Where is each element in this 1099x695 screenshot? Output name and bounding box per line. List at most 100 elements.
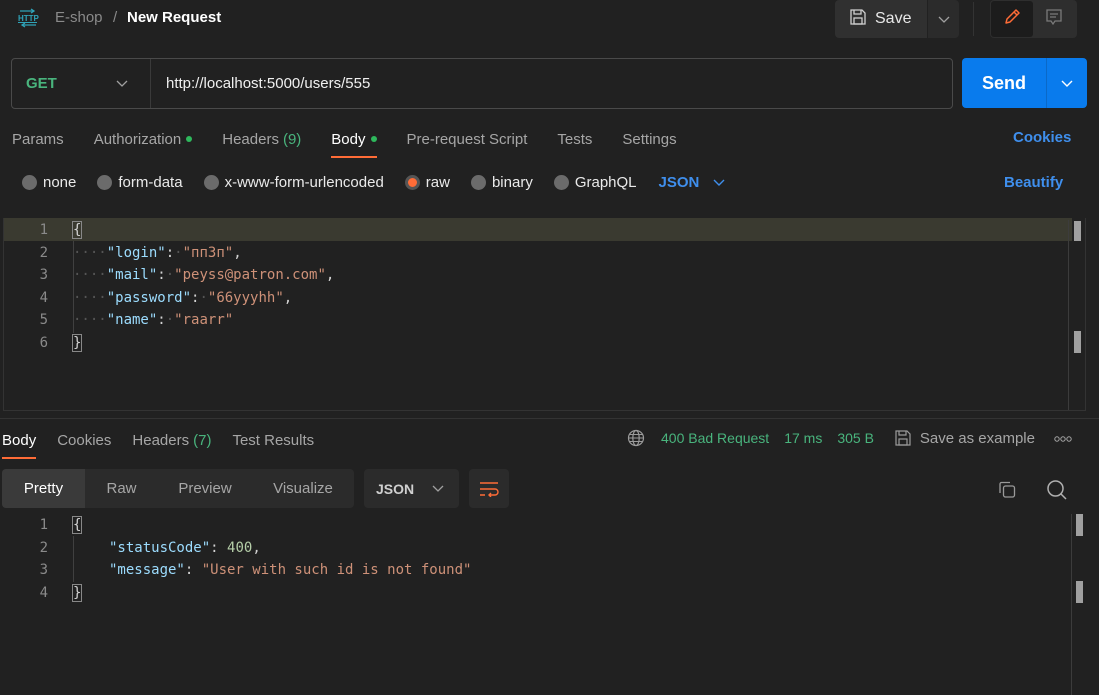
tab-label: Settings (622, 130, 677, 148)
chevron-down-icon (1061, 75, 1073, 92)
floppy-disk-icon (894, 429, 912, 447)
tab-label: Body (2, 431, 37, 449)
view-tab-pretty[interactable]: Pretty (2, 469, 85, 508)
line-number: 3 (39, 267, 48, 283)
radio-label: none (43, 174, 77, 191)
response-scrollbar-marker[interactable] (1076, 581, 1083, 603)
word-wrap-button[interactable] (469, 469, 509, 508)
view-tab-preview[interactable]: Preview (158, 469, 252, 508)
json-value: "66yyyhh" (207, 290, 284, 306)
editor-scrollbar-marker[interactable] (1074, 331, 1081, 353)
response-tab-headers[interactable]: Headers (7) (132, 430, 211, 450)
tab-tests[interactable]: Tests (557, 129, 592, 149)
comma: , (233, 245, 242, 261)
radio-graphql[interactable]: GraphQL (553, 174, 637, 191)
close-brace: } (71, 334, 83, 352)
save-dropdown-button[interactable] (928, 0, 959, 38)
page-title[interactable]: New Request (127, 9, 221, 26)
radio-circle[interactable] (553, 175, 569, 190)
json-key: "message" (109, 562, 185, 578)
response-meta: 400 Bad Request 17 ms 305 B Save as exam… (627, 429, 1072, 447)
view-tab-visualize[interactable]: Visualize (252, 469, 354, 508)
save-as-example-button[interactable]: Save as example (894, 429, 1035, 447)
json-key: "statusCode" (109, 540, 211, 556)
view-tab-raw[interactable]: Raw (85, 469, 158, 508)
chevron-down-icon (432, 485, 444, 493)
edit-mode-button[interactable] (991, 1, 1033, 37)
url-bar: GET (11, 58, 953, 109)
globe-icon[interactable] (627, 429, 645, 447)
breadcrumb-collection[interactable]: E-shop (55, 9, 103, 26)
radio-label: binary (491, 174, 533, 191)
line-number: 1 (39, 222, 48, 238)
save-as-example-label: Save as example (919, 429, 1035, 447)
cookies-link[interactable]: Cookies (1013, 129, 1071, 146)
pane-divider[interactable] (0, 418, 1099, 419)
response-format-select[interactable]: JSON (364, 469, 459, 508)
body-type-selector: none form-data x-www-form-urlencoded raw… (22, 174, 725, 191)
search-button[interactable] (1045, 478, 1069, 502)
send-dropdown-button[interactable] (1046, 58, 1087, 108)
radio-label: raw (425, 174, 450, 191)
tab-body[interactable]: Body (331, 129, 377, 158)
code-line: "message": "User with such id is not fou… (109, 562, 472, 578)
response-scrollbar-track (1071, 514, 1072, 695)
comma: , (325, 267, 335, 283)
beautify-button[interactable]: Beautify (1004, 174, 1063, 191)
radio-raw[interactable]: raw (404, 174, 450, 191)
response-time[interactable]: 17 ms (784, 430, 822, 446)
svg-text:HTTP: HTTP (18, 14, 39, 23)
save-label: Save (875, 10, 912, 27)
editor-scrollbar-thumb[interactable] (1074, 221, 1081, 241)
radio-circle[interactable] (22, 175, 37, 190)
save-button[interactable]: Save (835, 0, 927, 38)
code-line: ····"mail":·"peyss@patron.com", (73, 267, 335, 283)
radio-circle[interactable] (404, 175, 420, 190)
tab-headers[interactable]: Headers (9) (222, 129, 301, 149)
tab-label: Authorization (93, 130, 182, 148)
copy-icon (997, 480, 1017, 500)
copy-button[interactable] (996, 479, 1018, 501)
radio-x-www-form-urlencoded[interactable]: x-www-form-urlencoded (203, 174, 384, 191)
tab-authorization[interactable]: Authorization (94, 129, 193, 149)
radio-none[interactable]: none (22, 174, 76, 191)
radio-binary[interactable]: binary (470, 174, 533, 191)
radio-circle[interactable] (470, 175, 486, 190)
response-tabs: Body Cookies Headers (7) Test Results (2, 430, 335, 459)
mode-toggle (990, 0, 1077, 38)
response-scrollbar-thumb[interactable] (1076, 514, 1083, 536)
status-code[interactable]: 400 Bad Request (661, 430, 769, 446)
floppy-disk-icon (849, 8, 867, 31)
tab-settings[interactable]: Settings (622, 129, 676, 149)
method-label: GET (26, 75, 57, 92)
send-button[interactable]: Send (962, 58, 1046, 108)
search-icon (1046, 479, 1068, 501)
method-select[interactable]: GET (12, 59, 151, 108)
response-tab-test-results[interactable]: Test Results (232, 430, 314, 450)
json-key: "mail" (106, 267, 158, 283)
raw-format-select[interactable]: JSON (659, 174, 726, 191)
response-tab-body[interactable]: Body (2, 430, 37, 459)
line-number: 6 (39, 335, 48, 351)
open-brace: { (71, 516, 83, 534)
tab-pre-request-script[interactable]: Pre-request Script (407, 129, 528, 149)
response-size[interactable]: 305 B (837, 430, 874, 446)
code-line: ····"login":·"пп3п", (73, 245, 242, 261)
tab-params[interactable]: Params (12, 129, 64, 149)
code-line: "statusCode": 400, (109, 540, 261, 556)
url-input[interactable] (151, 75, 952, 92)
json-value: "User with such id is not found" (201, 562, 472, 578)
json-value: "peyss@patron.com" (174, 267, 326, 283)
radio-form-data[interactable]: form-data (97, 174, 183, 191)
pencil-icon (1003, 8, 1021, 30)
radio-circle[interactable] (97, 175, 113, 190)
comma: , (283, 290, 293, 306)
more-options-icon[interactable] (1054, 429, 1072, 447)
tab-label: Params (12, 130, 64, 148)
comments-button[interactable] (1033, 1, 1075, 37)
request-tabs: Params Authorization Headers (9) Body Pre… (12, 129, 707, 158)
radio-label: x-www-form-urlencoded (224, 174, 384, 191)
line-number: 4 (39, 585, 48, 601)
radio-circle[interactable] (203, 175, 219, 190)
response-tab-cookies[interactable]: Cookies (57, 430, 111, 450)
